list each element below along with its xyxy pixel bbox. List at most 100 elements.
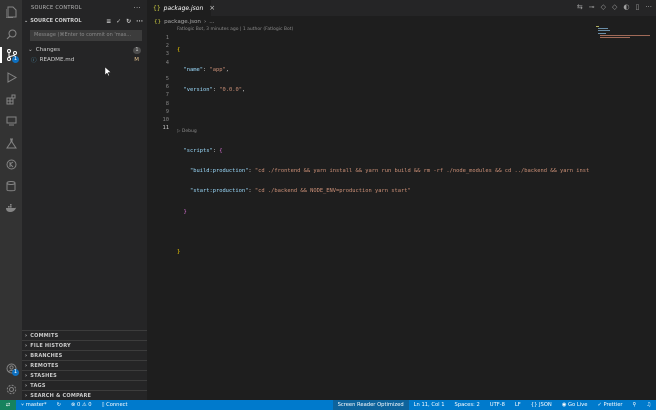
section-stashes[interactable]: › STASHES [22,370,147,380]
code-line: } [183,208,187,215]
changes-group[interactable]: ⌄ Changes 1 [22,45,147,55]
editor-tab-bar: {} package.json × ⇆ ⊸ ◇ ◇ ◐ ▯ ··· [147,0,656,16]
commit-check-icon[interactable]: ✓ [116,18,121,25]
line-number: 6 [165,84,169,91]
commit-graph-icon[interactable]: ⊸ [589,3,595,11]
section-label: COMMITS [30,332,59,339]
source-control-section-header[interactable]: ⌄ SOURCE CONTROL ≡ ✓ ↻ ··· [22,16,147,26]
commit-message-input[interactable]: Message (⌘Enter to commit on 'mas... [30,30,142,41]
breadcrumb-more[interactable]: ... [209,19,214,25]
sidebar-title: SOURCE CONTROL [31,5,82,11]
end-of-line[interactable]: LF [510,402,526,408]
section-search-compare[interactable]: › SEARCH & COMPARE [22,390,147,400]
prettier-status[interactable]: ✓ Prettier [592,402,627,408]
chevron-right-icon: › [25,332,28,339]
refresh-icon[interactable]: ↻ [126,18,131,25]
problems-indicator[interactable]: ⊗ 0 ⚠ 0 [66,402,97,408]
changed-file-item[interactable]: ⓘ README.md M [22,55,147,65]
remote-explorer-icon[interactable] [3,113,19,129]
notifications-bell-icon[interactable]: ♫ [641,402,656,408]
debug-label: Debug [181,128,197,134]
section-branches[interactable]: › BRANCHES [22,350,147,360]
account-icon[interactable]: 1 [3,360,19,376]
line-number: 3 [165,51,169,58]
connect-button[interactable]: ▯ Connect [97,402,133,408]
chevron-right-icon: › [25,392,28,399]
close-icon[interactable]: × [209,4,215,12]
branch-indicator[interactable]: ⑂ master* [16,402,52,408]
line-number: 4 [165,59,169,66]
json-key: "scripts" [183,147,213,154]
file-name: README.md [39,57,75,63]
encoding[interactable]: UTF-8 [485,402,510,408]
changes-count: 1 [133,46,141,54]
run-debug-icon[interactable] [3,69,19,85]
code-line: } [177,248,181,255]
breadcrumb-file[interactable]: package.json [164,19,201,25]
split-editor-icon[interactable]: ▯ [635,3,639,11]
more-actions-icon[interactable]: ··· [133,4,141,12]
next-change-icon[interactable]: ◇ [612,3,617,11]
source-control-icon[interactable]: 1 [0,47,19,63]
cursor-position[interactable]: Ln 11, Col 1 [409,402,450,408]
section-title: SOURCE CONTROL [30,18,82,24]
more-actions-icon[interactable]: ··· [645,3,652,11]
more-icon[interactable]: ··· [136,18,143,25]
remote-indicator-icon[interactable]: ⇄ [0,400,16,410]
chevron-right-icon: › [25,372,28,379]
settings-gear-icon[interactable] [3,381,19,397]
minimap[interactable] [596,26,650,40]
git-compare-icon[interactable]: ⇆ [577,3,583,11]
chevron-right-icon: › [25,352,28,359]
discard-icon[interactable]: ≡ [106,18,111,25]
language-mode[interactable]: {} JSON [526,402,557,408]
code-editor[interactable]: { "name": "app", "version": "0.0.0", ▷ D… [177,34,594,282]
section-file-history[interactable]: › FILE HISTORY [22,340,147,350]
section-tags[interactable]: › TAGS [22,380,147,390]
search-icon[interactable] [3,26,19,42]
line-number: 7 [165,92,169,99]
open-changes-icon[interactable]: ◐ [623,3,629,11]
account-badge: 1 [12,369,19,376]
line-number: 2 [165,43,169,50]
sync-icon[interactable]: ↻ [52,402,66,408]
go-live-button[interactable]: ◉ Go Live [557,402,593,408]
info-file-icon: ⓘ [31,58,37,64]
gitlens-icon[interactable] [3,156,19,172]
json-value: "cd ./backend && NODE_ENV=production yar… [254,188,411,195]
feedback-icon[interactable]: ⚲ [628,402,642,408]
section-commits[interactable]: › COMMITS [22,330,147,340]
gitlens-blame-annotation[interactable]: Fatlogic Bot, 3 minutes ago | 1 author (… [177,27,293,32]
sidebar-header: SOURCE CONTROL ··· [22,0,147,16]
golive-label: Go Live [568,402,588,408]
problems-count: 0 ⚠ 0 [77,402,92,408]
play-icon: ▷ [177,128,181,134]
json-key: "name" [183,67,203,74]
testing-icon[interactable] [3,135,19,151]
screen-reader-mode[interactable]: Screen Reader Optimized [332,400,409,410]
indentation[interactable]: Spaces: 2 [450,402,485,408]
breadcrumb: {} package.json › ... [154,17,215,26]
debug-codelens[interactable]: ▷ Debug [177,129,197,134]
section-label: SEARCH & COMPARE [30,392,92,399]
chevron-down-icon: ⌄ [24,18,29,24]
line-number: 9 [165,108,169,115]
code-line: "version": "0.0.0", [183,87,246,94]
code-line: "name": "app", [183,67,229,74]
chevron-down-icon: ⌄ [28,47,33,53]
docker-icon[interactable] [3,200,19,216]
extensions-icon[interactable] [3,91,19,107]
changes-label: Changes [35,47,61,53]
json-file-icon: {} [153,4,161,12]
json-key: "start:production" [189,188,249,195]
explorer-icon[interactable] [3,4,19,20]
section-remotes[interactable]: › REMOTES [22,360,147,370]
status-bar: ⇄ ⑂ master* ↻ ⊗ 0 ⚠ 0 ▯ Connect Screen R… [0,400,656,410]
line-number: 10 [162,116,170,123]
previous-change-icon[interactable]: ◇ [601,3,606,11]
database-icon[interactable] [3,178,19,194]
line-number: 5 [165,75,169,82]
tab-package-json[interactable]: {} package.json × [147,0,215,16]
tab-label: package.json [163,4,204,12]
code-line: { [177,47,181,53]
